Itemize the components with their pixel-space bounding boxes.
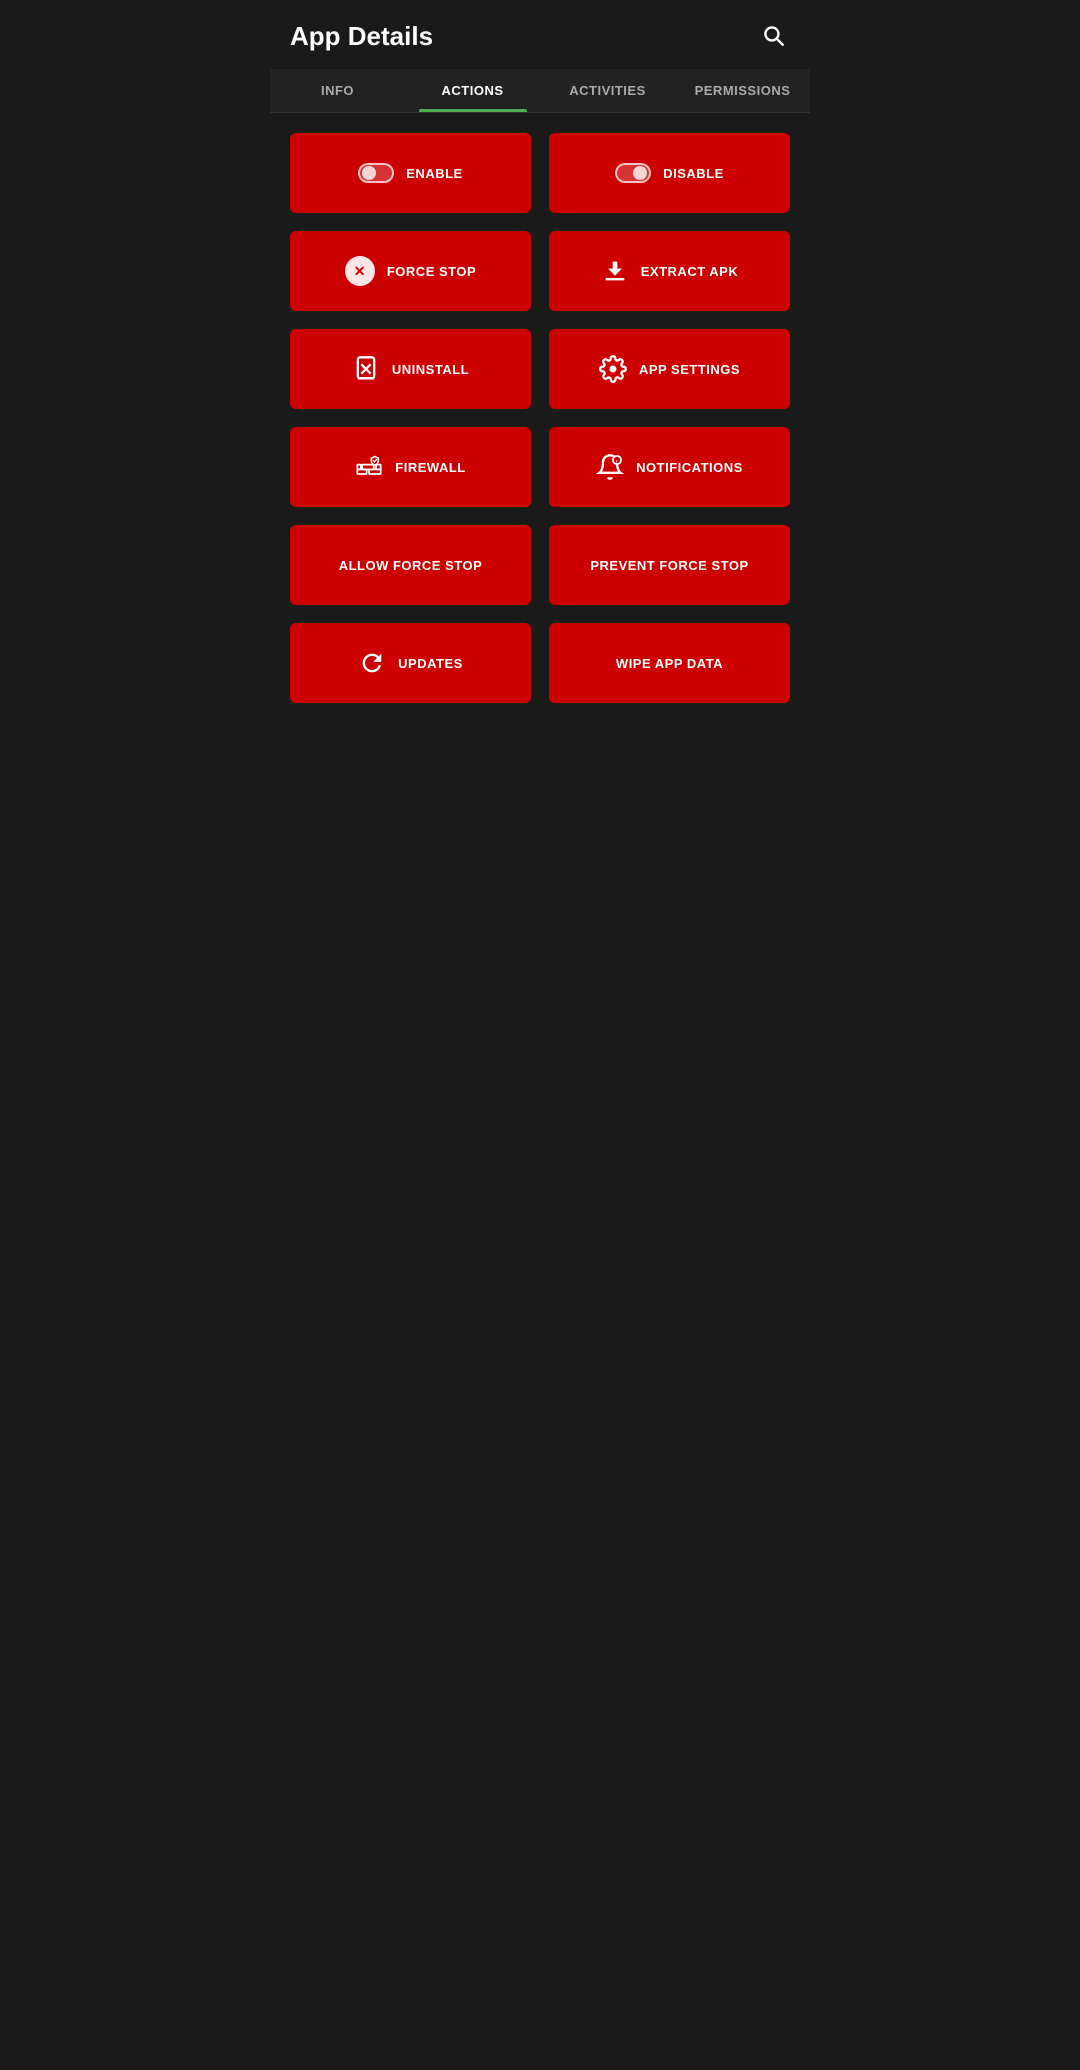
wipe-app-data-label: WIPE APP DATA [616,656,723,671]
disable-button[interactable]: DISABLE [549,133,790,213]
search-button[interactable] [756,18,790,55]
prevent-force-stop-button[interactable]: PREVENT FORCE STOP [549,525,790,605]
uninstall-label: UNINSTALL [392,362,469,377]
gear-icon [599,355,627,383]
tab-activities[interactable]: ACTIVITIES [540,69,675,112]
toggle-off-icon [358,163,394,183]
svg-text:!: ! [616,460,619,466]
app-settings-label: APP SETTINGS [639,362,740,377]
enable-label: ENABLE [406,166,462,181]
allow-force-stop-button[interactable]: ALLOW FORCE STOP [290,525,531,605]
force-stop-label: FORCE STOP [387,264,476,279]
extract-apk-label: EXTRACT APK [641,264,738,279]
firewall-button[interactable]: FIREWALL [290,427,531,507]
download-icon [601,257,629,285]
uninstall-button[interactable]: UNINSTALL [290,329,531,409]
uninstall-icon [352,355,380,383]
notifications-label: NOTIFICATIONS [636,460,743,475]
enable-button[interactable]: ENABLE [290,133,531,213]
tab-permissions[interactable]: PERMISSIONS [675,69,810,112]
tab-actions[interactable]: ACTIONS [405,69,540,112]
tab-info[interactable]: INFO [270,69,405,112]
force-stop-button[interactable]: FORCE STOP [290,231,531,311]
updates-label: UPDATES [398,656,463,671]
toggle-on-icon [615,163,651,183]
firewall-icon [355,453,383,481]
page-title: App Details [290,21,433,52]
wipe-app-data-button[interactable]: WIPE APP DATA [549,623,790,703]
disable-label: DISABLE [663,166,724,181]
updates-button[interactable]: UPDATES [290,623,531,703]
app-header: App Details [270,0,810,69]
actions-grid: ENABLE DISABLE FORCE STOP EXTRACT APK [290,133,790,703]
notifications-button[interactable]: ! NOTIFICATIONS [549,427,790,507]
extract-apk-button[interactable]: EXTRACT APK [549,231,790,311]
refresh-icon [358,649,386,677]
prevent-force-stop-label: PREVENT FORCE STOP [590,558,748,573]
search-icon [760,22,786,48]
bell-icon: ! [596,453,624,481]
app-settings-button[interactable]: APP SETTINGS [549,329,790,409]
x-circle-icon [345,256,375,286]
firewall-label: FIREWALL [395,460,465,475]
tab-bar: INFO ACTIONS ACTIVITIES PERMISSIONS [270,69,810,113]
actions-content: ENABLE DISABLE FORCE STOP EXTRACT APK [270,113,810,733]
allow-force-stop-label: ALLOW FORCE STOP [339,558,483,573]
